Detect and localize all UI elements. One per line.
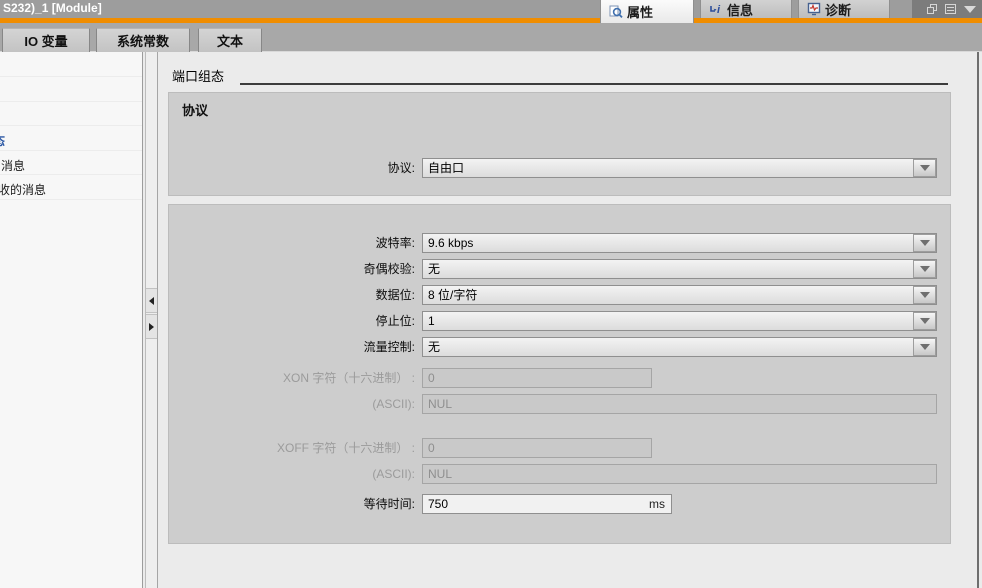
arrow-right-icon [149,323,154,331]
flow-control-label: 流量控制: [168,337,415,357]
dropdown-button[interactable] [913,234,936,252]
tree-row-separator [0,174,143,175]
dropdown-button[interactable] [913,159,936,177]
tree-row-separator [0,150,143,151]
protocol-dropdown[interactable]: 自由口 [422,158,937,178]
tree-item-label: 态 [0,132,5,149]
svg-text:i: i [717,4,721,16]
xoff-ascii-label: (ASCII): [168,464,415,484]
xon-ascii-field[interactable]: NUL [422,394,937,414]
dropdown-button[interactable] [913,338,936,356]
scrollbar-gutter[interactable] [951,52,982,588]
arrow-left-icon [149,297,154,305]
tab-io-tags[interactable]: IO 变量 [2,28,90,52]
flow-control-dropdown[interactable]: 无 [422,337,937,357]
inspector-window: S232)_1 [Module] 属性 i 信息 诊断 [0,0,982,588]
baud-rate-dropdown[interactable]: 9.6 kbps [422,233,937,253]
tab-info[interactable]: i 信息 [700,0,792,18]
collapse-right-button[interactable] [146,314,157,339]
tab-diagnostics-label: 诊断 [825,0,851,19]
parity-value: 无 [428,260,440,278]
tab-texts[interactable]: 文本 [198,28,262,52]
diagnostics-icon [807,2,821,16]
flow-control-value: 无 [428,338,440,356]
tree-item-receive-message[interactable]: 收的消息 [0,181,143,198]
tree-item-port-configuration[interactable]: 态 [0,132,143,149]
xon-ascii-label: (ASCII): [168,394,415,414]
dropdown-button[interactable] [913,260,936,278]
tab-properties[interactable]: 属性 [600,0,694,23]
stop-bits-value: 1 [428,312,435,330]
baud-rate-label: 波特率: [168,233,415,253]
tree-item-transmit-message[interactable]: 消息 [0,157,143,174]
chevron-down-icon [920,344,930,350]
nav-tree: 态 消息 收的消息 [0,52,143,588]
xon-hex-value: 0 [428,369,435,387]
data-bits-dropdown[interactable]: 8 位/字符 [422,285,937,305]
xoff-ascii-value: NUL [428,465,452,483]
data-bits-label: 数据位: [168,285,415,305]
tree-row-separator [0,76,143,77]
page-title: 端口组态 [172,66,224,85]
chevron-down-icon [920,318,930,324]
content-area: 态 消息 收的消息 端口组态 协议 协议: [0,52,982,588]
tab-io-tags-label: IO 变量 [24,31,67,50]
pane-splitter[interactable] [145,52,158,588]
protocol-group-title: 协议 [182,100,208,119]
xon-ascii-value: NUL [428,395,452,413]
dropdown-button[interactable] [913,312,936,330]
wait-time-field[interactable]: 750 ms [422,494,672,514]
chevron-down-icon [920,165,930,171]
wait-time-unit: ms [649,495,665,513]
tree-item-label: 收的消息 [0,181,46,198]
tab-info-label: 信息 [727,0,753,19]
protocol-label: 协议: [168,158,415,178]
tab-texts-label: 文本 [217,31,243,50]
chevron-down-icon [920,266,930,272]
tree-row-separator [0,199,143,200]
xoff-hex-label: XOFF 字符（十六进制） : [168,438,415,458]
stop-bits-label: 停止位: [168,311,415,331]
title-rule [240,83,948,85]
float-window-icon[interactable] [927,4,937,14]
xoff-ascii-field[interactable]: NUL [422,464,937,484]
collapse-left-button[interactable] [146,288,157,313]
editor-tabrow: IO 变量 系统常数 文本 [0,23,982,52]
protocol-panel [168,92,951,196]
parity-label: 奇偶校验: [168,259,415,279]
tree-row-separator [0,125,143,126]
magnifier-icon [609,5,623,19]
info-icon: i [709,2,723,16]
xon-hex-label: XON 字符（十六进制） : [168,368,415,388]
wait-time-value: 750 [428,495,448,513]
data-bits-value: 8 位/字符 [428,286,477,304]
tab-system-constants-label: 系统常数 [117,31,169,50]
window-edge-line [977,52,979,588]
stop-bits-dropdown[interactable]: 1 [422,311,937,331]
tree-item-label: 消息 [1,157,25,174]
collapse-pane-icon[interactable] [964,6,976,13]
tab-system-constants[interactable]: 系统常数 [96,28,190,52]
protocol-value: 自由口 [428,159,464,177]
tab-properties-label: 属性 [627,2,653,21]
xon-hex-field[interactable]: 0 [422,368,652,388]
window-controls [912,0,982,18]
wait-time-label: 等待时间: [168,494,415,514]
xoff-hex-value: 0 [428,439,435,457]
tab-diagnostics[interactable]: 诊断 [798,0,890,18]
xoff-hex-field[interactable]: 0 [422,438,652,458]
chevron-down-icon [920,292,930,298]
window-layout-icon[interactable] [945,4,956,14]
chevron-down-icon [920,240,930,246]
tree-row-separator [0,101,143,102]
parity-dropdown[interactable]: 无 [422,259,937,279]
window-title: S232)_1 [Module] [3,1,102,15]
baud-rate-value: 9.6 kbps [428,234,473,252]
dropdown-button[interactable] [913,286,936,304]
